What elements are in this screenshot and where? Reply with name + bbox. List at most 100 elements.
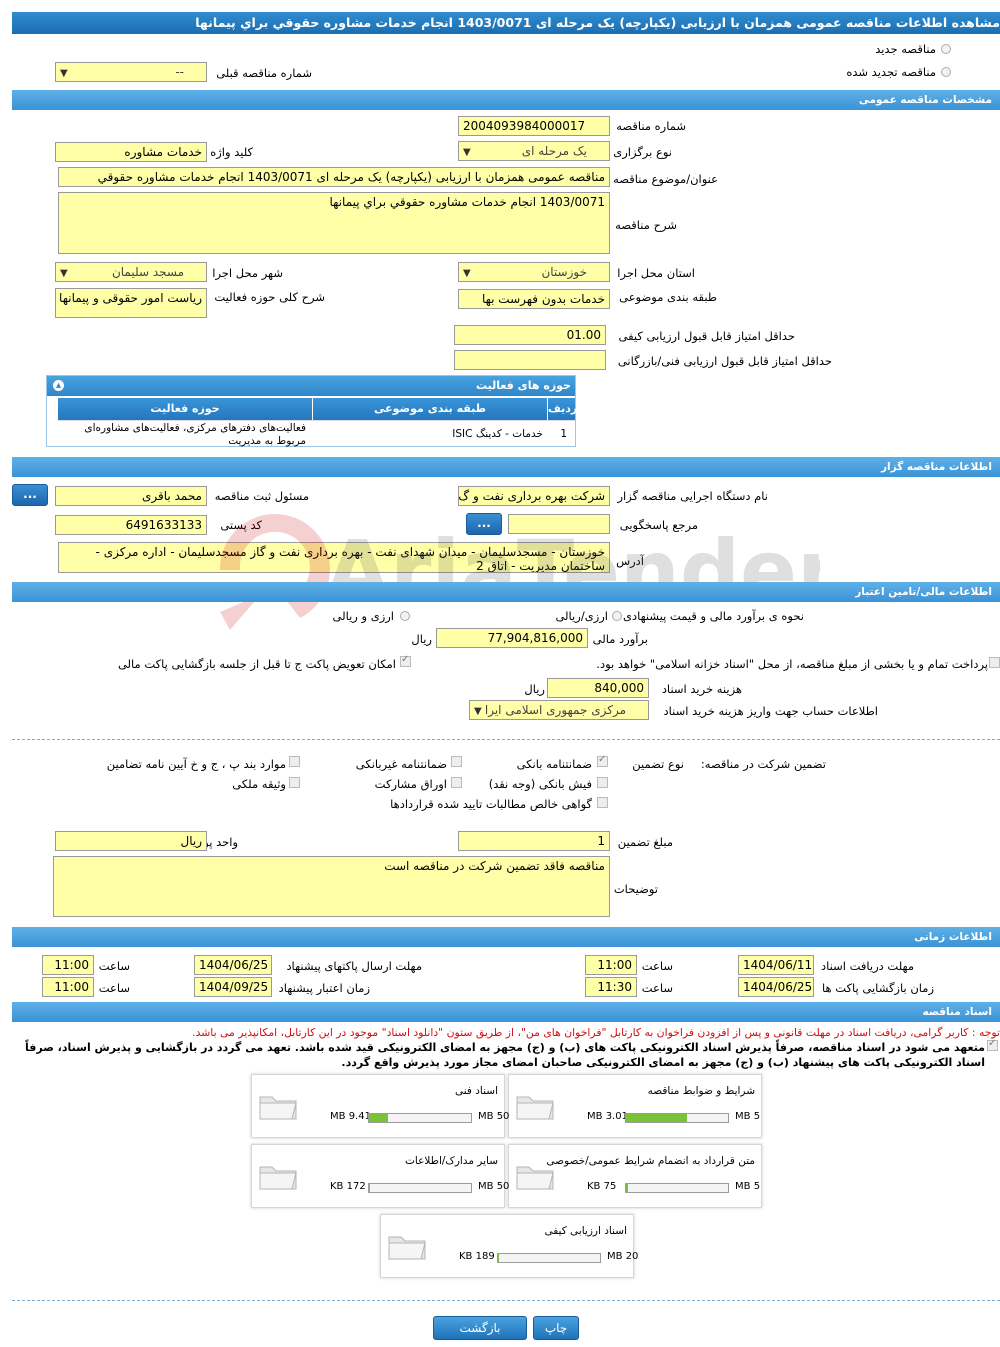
activity-table: حوزه های فعالیت ▴ ردیف طبقه بندی موضوعی …: [46, 375, 577, 447]
folder-icon: [259, 1096, 297, 1120]
postal-field[interactable]: 6491633133: [55, 515, 207, 535]
document-progress-fill: [626, 1184, 628, 1192]
commitment-text: متعهد می شود در اسناد مناقصه، صرفاً پذیر…: [25, 1041, 985, 1069]
timing-section-header: اطلاعات زمانی: [12, 927, 1000, 947]
registrar-field[interactable]: محمد باقری: [55, 486, 207, 506]
chevron-down-icon: ▼: [474, 706, 482, 717]
document-max: 50 MB: [478, 1111, 510, 1122]
document-progress-fill: [369, 1184, 370, 1192]
documents-notice: توجه : کاربر گرامی، دریافت اسناد در مهلت…: [192, 1026, 1000, 1039]
property-checkbox[interactable]: [289, 777, 300, 788]
estimate-unit: ریال: [411, 632, 432, 646]
commitment-checkbox[interactable]: [987, 1038, 998, 1051]
bonds-checkbox[interactable]: [451, 777, 462, 788]
valid-time-label: ساعت: [98, 981, 130, 995]
folder-icon: [259, 1166, 297, 1190]
document-card[interactable]: اسناد فنی 9.41 MB 50 MB: [251, 1074, 509, 1138]
rial-fx-label: ارزی/ریالی: [555, 609, 608, 623]
back-button[interactable]: بازگشت: [433, 1316, 527, 1340]
account-select[interactable]: ▼ مرکزی جمهوری اسلامی ایرا: [469, 700, 649, 720]
document-size: 75 KB: [587, 1181, 617, 1192]
min-tech-field[interactable]: [454, 350, 606, 370]
keyword-label: کلید واژه: [210, 145, 253, 159]
account-label: اطلاعات حساب جهت واریز هزینه خرید اسناد: [663, 704, 878, 718]
city-label: شهر محل اجرا: [212, 266, 283, 280]
prev-tender-select[interactable]: ▼ --: [55, 62, 207, 82]
tender-no-field[interactable]: 2004093984000017: [458, 116, 610, 136]
print-button[interactable]: چاپ: [533, 1316, 579, 1340]
estimate-label: برآورد مالی: [592, 632, 648, 646]
keyword-field[interactable]: خدمات مشاوره: [55, 142, 207, 162]
receive-date[interactable]: 1404/06/11: [738, 955, 814, 975]
document-progress-bar: [625, 1113, 729, 1123]
organizer-section-header: اطلاعات مناقصه گزار: [12, 457, 1000, 477]
renewed-tender-radio[interactable]: [941, 67, 951, 77]
estimate-method-label: نحوه ی برآورد مالی و قیمت پیشنهادی: [622, 609, 804, 623]
document-card[interactable]: اسناد ارزیابی کیفی 189 KB 20 MB: [380, 1214, 638, 1278]
bonds-label: اوراق مشارکت: [374, 777, 447, 791]
desc-label: شرح مناقصه: [615, 218, 677, 232]
registrar-browse-button[interactable]: ...: [12, 484, 48, 506]
open-time-label: ساعت: [641, 981, 673, 995]
property-label: وثیقه ملکی: [232, 777, 286, 791]
receive-time[interactable]: 11:00: [585, 955, 637, 975]
doc-fee-field[interactable]: 840,000: [547, 678, 649, 698]
document-progress-bar: [625, 1183, 729, 1193]
type-select[interactable]: ▼ یک مرحله ای: [458, 141, 610, 161]
chevron-down-icon: ▼: [60, 268, 68, 279]
document-card[interactable]: شرایط و ضوابط مناقصه 3.01 MB 5 MB: [508, 1074, 762, 1138]
rial-fx-radio[interactable]: [612, 611, 622, 621]
submit-date[interactable]: 1404/06/25: [194, 955, 272, 975]
bank-guarantee-checkbox[interactable]: [597, 754, 608, 767]
row-index: 1: [560, 428, 567, 440]
amount-field[interactable]: 1: [458, 831, 610, 851]
regulation-checkbox[interactable]: [289, 756, 300, 767]
open-date[interactable]: 1404/06/25: [738, 977, 814, 997]
valid-time[interactable]: 11:00: [42, 977, 94, 997]
province-select[interactable]: ▼ خوزستان: [458, 262, 610, 282]
submit-time[interactable]: 11:00: [42, 955, 94, 975]
currency-field[interactable]: ريال: [55, 831, 207, 851]
org-field[interactable]: شرکت بهره برداری نفت و گ: [458, 486, 610, 506]
document-card[interactable]: سایر مدارک/اطلاعات 172 KB 50 MB: [251, 1144, 509, 1208]
category-field[interactable]: خدمات بدون فهرست بها: [458, 289, 610, 309]
desc-field[interactable]: 1403/0071 انجام خدمات مشاوره حقوقي براي …: [58, 192, 610, 254]
estimate-field[interactable]: 77,904,816,000: [436, 628, 588, 648]
document-max: 50 MB: [478, 1181, 510, 1192]
nonbank-guarantee-checkbox[interactable]: [451, 756, 462, 767]
claims-checkbox[interactable]: [597, 797, 608, 808]
general-section-header: مشخصات مناقصه عمومی: [12, 90, 1000, 110]
collapse-icon[interactable]: ▴: [53, 380, 64, 391]
address-field[interactable]: خوزستان - مسجدسلیمان - میدان شهدای نفت -…: [58, 542, 610, 573]
chevron-down-icon: ▼: [463, 147, 471, 158]
ref-browse-button[interactable]: ...: [466, 513, 502, 535]
prev-tender-label: شماره مناقصه قبلی: [216, 66, 312, 80]
document-name: اسناد فنی: [454, 1085, 498, 1097]
activity-field[interactable]: ریاست امور حقوقی و پیمانها: [55, 288, 207, 318]
city-select[interactable]: ▼ مسجد سليمان: [55, 262, 207, 282]
fx-and-rial-radio[interactable]: [400, 611, 410, 621]
new-tender-radio[interactable]: [941, 44, 951, 54]
document-size: 3.01 MB: [587, 1111, 628, 1122]
doc-fee-label: هزینه خرید اسناد: [661, 682, 742, 696]
notes-field[interactable]: مناقصه فاقد تضمین شرکت در مناقصه است: [53, 856, 610, 917]
subject-field[interactable]: مناقصه عمومی همزمان با ارزیابی (یکپارچه)…: [58, 167, 610, 187]
activity-label: شرح کلی حوزه فعالیت: [214, 290, 325, 304]
category-label: طبقه بندی موضوعی: [619, 290, 717, 304]
open-time[interactable]: 11:30: [585, 977, 637, 997]
valid-label: زمان اعتبار پیشنهاد: [278, 981, 370, 995]
row-category: خدمات - کدینگ ISIC: [452, 428, 543, 440]
chevron-down-icon: ▼: [60, 68, 68, 79]
renewed-tender-label: مناقصه تجدید شده: [846, 65, 936, 79]
valid-date[interactable]: 1404/09/25: [194, 977, 272, 997]
page-title: مشاهده اطلاعات مناقصه عمومی همزمان با ار…: [12, 12, 1000, 34]
document-progress-bar: [497, 1253, 601, 1263]
swap-checkbox[interactable]: [400, 654, 411, 667]
ref-field[interactable]: [508, 514, 610, 534]
min-quality-label: حداقل امتیاز قابل قبول ارزیابی کیفی: [618, 329, 796, 343]
table-row: 1 خدمات - کدینگ ISIC فعالیت‌های دفترهای …: [57, 420, 575, 447]
document-card[interactable]: متن قرارداد به انضمام شرایط عمومی/خصوصی …: [508, 1144, 762, 1208]
cash-checkbox[interactable]: [597, 777, 608, 788]
min-quality-field[interactable]: 01.00: [454, 325, 606, 345]
treasury-checkbox[interactable]: [989, 657, 1000, 668]
